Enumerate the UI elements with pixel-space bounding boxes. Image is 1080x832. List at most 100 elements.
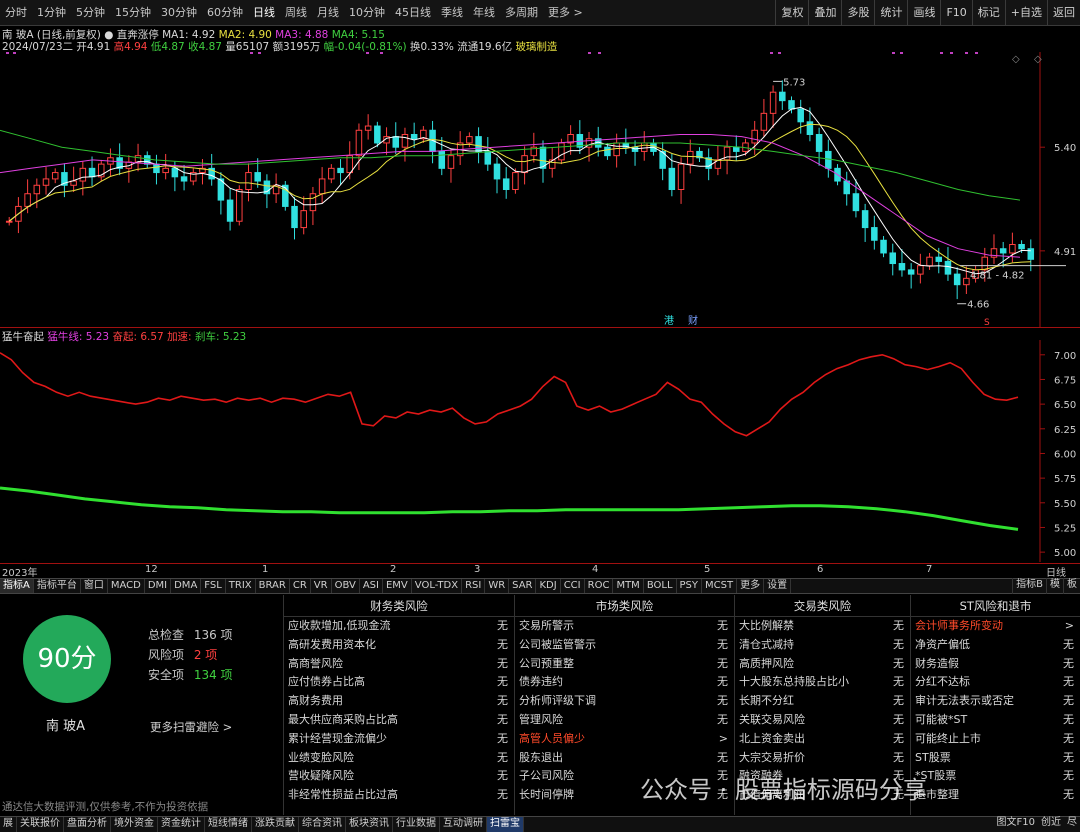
mark-gang[interactable]: 港 xyxy=(664,315,674,327)
risk-item[interactable]: 管理风险 无 xyxy=(515,711,734,730)
diamond-icon[interactable]: ◇ xyxy=(1034,54,1042,65)
toolbar-button[interactable]: 画线 xyxy=(907,0,940,26)
toolbar-button[interactable]: 返回 xyxy=(1047,0,1080,26)
risk-item[interactable]: 公司预重整 无 xyxy=(515,655,734,674)
period-tab[interactable]: 多周期 xyxy=(500,0,543,26)
period-tab[interactable]: 10分钟 xyxy=(344,0,390,26)
period-tab[interactable]: 1分钟 xyxy=(32,0,71,26)
toolbar-button[interactable]: +自选 xyxy=(1004,0,1047,26)
bottom-tab[interactable]: 关联报价 xyxy=(17,817,64,832)
risk-item[interactable]: 累计经营现金流偏少 无 xyxy=(284,730,514,749)
risk-item[interactable]: 交易所警示 无 xyxy=(515,617,734,636)
diamond-icon[interactable]: ◇ xyxy=(1012,54,1020,65)
risk-item[interactable]: 十大股东总持股占比小 无 xyxy=(735,673,910,692)
bottom-tab[interactable]: 盘面分析 xyxy=(64,817,111,832)
indicator-tab[interactable]: 指标A xyxy=(0,579,34,593)
risk-item[interactable]: 审计无法表示或否定 无 xyxy=(911,692,1080,711)
bottom-tab[interactable]: 行业数据 xyxy=(393,817,440,832)
bottom-tab[interactable]: 综合资讯 xyxy=(299,817,346,832)
risk-item[interactable]: 高质押风险 无 xyxy=(735,655,910,674)
period-tab[interactable]: 15分钟 xyxy=(110,0,156,26)
risk-item[interactable]: 非经常性损益占比过高 无 xyxy=(284,786,514,805)
risk-item[interactable]: 高管人员偏少 > xyxy=(515,730,734,749)
indicator-tab[interactable]: DMA xyxy=(171,579,202,593)
indicator-tab[interactable]: 指标平台 xyxy=(34,579,81,593)
bottom-tab-right[interactable]: 创近 xyxy=(1038,816,1064,832)
indicator-tab[interactable]: MCST xyxy=(702,579,738,593)
risk-item[interactable]: 关联交易风险 无 xyxy=(735,711,910,730)
risk-item[interactable]: 分红不达标 无 xyxy=(911,673,1080,692)
bottom-tab[interactable]: 境外资金 xyxy=(111,817,158,832)
more-scan-link[interactable]: 更多扫雷避险 > xyxy=(150,719,232,735)
indicator-tab[interactable]: BOLL xyxy=(644,579,677,593)
bottom-tab-right[interactable]: 图文F10 xyxy=(994,816,1038,832)
candlestick-chart[interactable]: 5.40 4.91 5.73 4.66 4.81 - 4.82 港 财 S ◇ ◇ xyxy=(0,52,1080,327)
risk-item[interactable]: 分析师评级下调 无 xyxy=(515,692,734,711)
indicator-tab[interactable]: OBV xyxy=(332,579,360,593)
risk-item[interactable]: 可能终止上市 无 xyxy=(911,730,1080,749)
bottom-tab[interactable]: 短线情绪 xyxy=(205,817,252,832)
bottom-tab[interactable]: 板块资讯 xyxy=(346,817,393,832)
risk-item[interactable]: 退市整理无 xyxy=(911,786,1080,805)
indicator-tab[interactable]: MTM xyxy=(613,579,644,593)
indicator-tab[interactable]: RSI xyxy=(462,579,486,593)
period-tab[interactable]: 年线 xyxy=(468,0,500,26)
indicator-tab[interactable]: TRIX xyxy=(226,579,256,593)
indicator-tab[interactable]: MACD xyxy=(108,579,145,593)
risk-item[interactable]: 高研发费用资本化 无 xyxy=(284,636,514,655)
indicator-tab[interactable]: 更多 xyxy=(737,579,765,593)
mark-cai[interactable]: 财 xyxy=(688,314,698,327)
indicator-tab-right[interactable]: 板 xyxy=(1063,578,1080,594)
period-tab[interactable]: 周线 xyxy=(280,0,312,26)
toolbar-button[interactable]: F10 xyxy=(940,0,971,26)
indicator-tab[interactable]: BRAR xyxy=(256,579,290,593)
indicator-tab[interactable]: SAR xyxy=(509,579,537,593)
bottom-tab[interactable]: 资金统计 xyxy=(158,817,205,832)
indicator-tab-right[interactable]: 指标B xyxy=(1012,578,1046,594)
period-tab[interactable]: 45日线 xyxy=(390,0,436,26)
risk-item[interactable]: 公司被监管警示 无 xyxy=(515,636,734,655)
indicator-tab-right[interactable]: 模 xyxy=(1046,578,1063,594)
indicator-tab[interactable]: CCI xyxy=(561,579,585,593)
risk-item[interactable]: 高财务费用 无 xyxy=(284,692,514,711)
period-tab[interactable]: 30分钟 xyxy=(156,0,202,26)
risk-item[interactable]: 应付债券占比高 无 xyxy=(284,673,514,692)
risk-item[interactable]: 大比例解禁 无 xyxy=(735,617,910,636)
risk-item[interactable]: *ST股票无 xyxy=(911,767,1080,786)
indicator-tab[interactable]: KDJ xyxy=(536,579,561,593)
risk-item[interactable]: 业绩变脸风险 无 xyxy=(284,749,514,768)
indicator-tab[interactable]: WR xyxy=(485,579,510,593)
risk-item[interactable]: 可能被*ST 无 xyxy=(911,711,1080,730)
period-tab[interactable]: 季线 xyxy=(436,0,468,26)
indicator-tab[interactable]: ROC xyxy=(585,579,614,593)
indicator-tab[interactable]: EMV xyxy=(383,579,412,593)
indicator-tab[interactable]: DMI xyxy=(145,579,172,593)
indicator-tab[interactable]: VOL-TDX xyxy=(412,579,463,593)
period-tab[interactable]: 月线 xyxy=(312,0,344,26)
risk-item[interactable]: 北上资金卖出 无 xyxy=(735,730,910,749)
bottom-tab[interactable]: 扫雷宝 xyxy=(487,817,524,832)
risk-item[interactable]: 营收疑降风险 无 xyxy=(284,767,514,786)
toolbar-button[interactable]: 复权 xyxy=(775,0,808,26)
indicator-tab[interactable]: CR xyxy=(290,579,311,593)
indicator-tab[interactable]: 窗口 xyxy=(81,579,108,593)
indicator-tab[interactable]: 设置 xyxy=(764,579,792,593)
indicator-tab[interactable]: FSL xyxy=(201,579,226,593)
risk-item[interactable]: 会计师事务所变动 > xyxy=(911,617,1080,636)
risk-item[interactable]: 大宗交易折价 无 xyxy=(735,749,910,768)
risk-item[interactable]: 长期不分红 无 xyxy=(735,692,910,711)
indicator-tab[interactable]: PSY xyxy=(677,579,703,593)
period-tab[interactable]: 分时 xyxy=(0,0,32,26)
bottom-tab[interactable]: 互动调研 xyxy=(440,817,487,832)
period-tab[interactable]: 日线 xyxy=(248,0,280,26)
period-tab[interactable]: 60分钟 xyxy=(202,0,248,26)
risk-item[interactable]: 应收款增加,低现金流 无 xyxy=(284,617,514,636)
toolbar-button[interactable]: 叠加 xyxy=(808,0,841,26)
toolbar-button[interactable]: 标记 xyxy=(971,0,1005,26)
bottom-tab[interactable]: 展 xyxy=(0,817,17,832)
indicator-tab[interactable]: ASI xyxy=(360,579,383,593)
risk-item[interactable]: 清仓式减持 无 xyxy=(735,636,910,655)
bottom-tab-right[interactable]: 尽 xyxy=(1064,816,1080,832)
indicator-tab[interactable]: VR xyxy=(311,579,332,593)
indicator-chart[interactable]: 7.00 6.75 6.50 6.25 6.00 5.75 5.50 5.25 5.00 xyxy=(0,340,1080,562)
